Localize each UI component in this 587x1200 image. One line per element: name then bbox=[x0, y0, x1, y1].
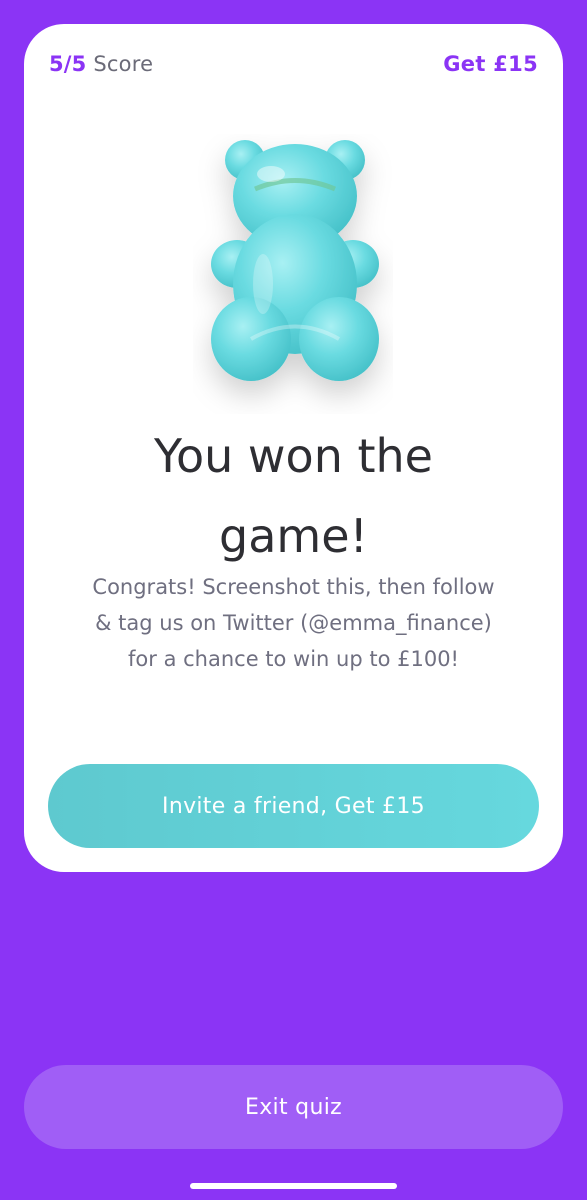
gummy-bear-icon bbox=[193, 134, 393, 414]
score-value: 5/5 bbox=[49, 52, 87, 76]
headline-line-2: game! bbox=[219, 509, 368, 563]
result-card: 5/5 Score Get £15 You won the game! Cong… bbox=[24, 24, 563, 872]
headline-line-1: You won the bbox=[154, 429, 433, 483]
congrats-message: Congrats! Screenshot this, then follow &… bbox=[54, 569, 533, 677]
message-line-2: & tag us on Twitter (@emma_finance) bbox=[95, 611, 492, 635]
score-display: 5/5 Score bbox=[49, 52, 153, 76]
message-line-3: for a chance to win up to £100! bbox=[128, 647, 459, 671]
invite-friend-button[interactable]: Invite a friend, Get £15 bbox=[48, 764, 539, 848]
exit-quiz-button[interactable]: Exit quiz bbox=[24, 1065, 563, 1149]
score-label: Score bbox=[93, 52, 154, 76]
get-reward-link[interactable]: Get £15 bbox=[443, 52, 538, 76]
message-line-1: Congrats! Screenshot this, then follow bbox=[92, 575, 495, 599]
page-title: You won the game! bbox=[24, 416, 563, 576]
home-indicator[interactable] bbox=[190, 1183, 397, 1189]
